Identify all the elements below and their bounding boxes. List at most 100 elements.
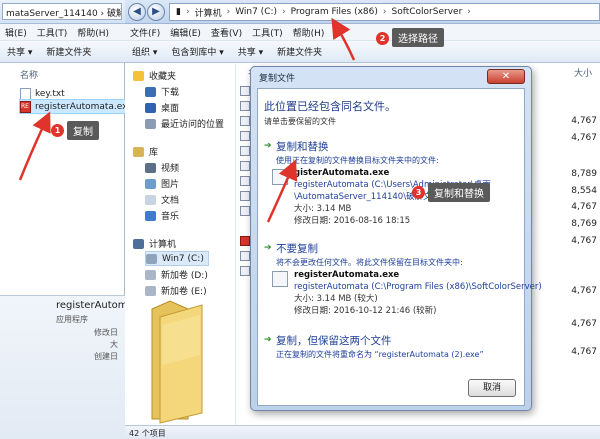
new-folder-button[interactable]: 新建文件夹 [270, 45, 329, 58]
file-icon[interactable] [240, 206, 250, 216]
file-icon[interactable] [240, 131, 250, 141]
share-button[interactable]: 共享 ▾ [231, 45, 270, 58]
nav-item-drive-d[interactable]: 新加卷 (D:) [145, 267, 208, 282]
file-icon[interactable] [240, 266, 250, 276]
back-menu-tools[interactable]: 工具(T) [32, 26, 73, 39]
back-new-folder-button[interactable]: 新建文件夹 [39, 45, 98, 58]
file-row-register-automata[interactable]: registerAutomata.exe [19, 99, 134, 114]
picture-icon [145, 178, 156, 189]
exe-icon[interactable] [240, 236, 250, 246]
dialog-heading: 此位置已经包含同名文件。 [264, 100, 396, 113]
nav-label: 收藏夹 [149, 72, 177, 82]
file-icon[interactable] [240, 251, 250, 261]
file-icon[interactable] [240, 101, 250, 111]
back-column-name[interactable]: 名称 [14, 66, 44, 81]
nav-item-downloads[interactable]: 下载 [145, 84, 179, 99]
nav-label: 视频 [161, 164, 180, 174]
dialog-body: 此位置已经包含同名文件。 请单击要保留的文件 ➔ 复制和替换 使用正在复制的文件… [257, 88, 542, 406]
organize-button[interactable]: 组织 ▾ [125, 45, 164, 58]
breadcrumb-computer[interactable]: 计算机 [193, 6, 224, 19]
file-icon[interactable] [240, 191, 250, 201]
nav-item-documents[interactable]: 文档 [145, 192, 179, 207]
breadcrumb-drive[interactable]: Win7 (C:) [233, 7, 279, 17]
forward-nav-button[interactable]: ▶ [147, 3, 165, 21]
destination-file-size: 大小: 3.14 MB (较大) [294, 294, 378, 304]
menu-tools[interactable]: 工具(T) [247, 26, 288, 39]
dialog-title: 复制文件 [259, 74, 296, 84]
option-keep-both[interactable]: ➔ 复制，但保留这两个文件 正在复制的文件将重命名为 “registerAuto… [264, 333, 520, 363]
nav-item-desktop[interactable]: 桌面 [145, 100, 179, 115]
recent-places-icon [145, 118, 156, 129]
details-label-modified: 修改日 [94, 328, 118, 337]
nav-favorites[interactable]: 收藏夹 [133, 68, 176, 83]
details-label-size: 大 [110, 340, 118, 349]
back-nav-button[interactable]: ◀ [128, 3, 146, 21]
details-file-type: 应用程序 [56, 315, 88, 324]
menu-edit[interactable]: 编辑(E) [165, 26, 206, 39]
include-in-library-button[interactable]: 包含到库中 ▾ [164, 45, 230, 58]
nav-computer[interactable]: 计算机 [133, 236, 176, 251]
file-icon[interactable] [240, 146, 250, 156]
nav-item-drive-c[interactable]: Win7 (C:) [145, 251, 209, 266]
menu-view[interactable]: 查看(V) [206, 26, 247, 39]
back-menu-bar: 辑(E) 工具(T) 帮助(H) [0, 24, 125, 41]
source-file-size: 大小: 3.14 MB [294, 204, 352, 214]
file-icon[interactable] [240, 116, 250, 126]
nav-label: 最近访问的位置 [161, 120, 225, 130]
file-size: 4,767 [571, 133, 597, 143]
back-share-button[interactable]: 共享 ▾ [0, 45, 39, 58]
step-2-badge: 2 [376, 32, 389, 45]
nav-label: 库 [149, 148, 159, 158]
video-icon [145, 162, 156, 173]
breadcrumb-softcolorserver[interactable]: SoftColorServer [390, 7, 465, 17]
nav-libraries[interactable]: 库 [133, 144, 158, 159]
file-size: 4,767 [571, 202, 597, 212]
destination-file-name: registerAutomata.exe [294, 270, 400, 280]
address-bar[interactable]: ▮ › 计算机 › Win7 (C:) › Program Files (x86… [169, 3, 600, 21]
option-description: 正在复制的文件将重命名为 “registerAutomata (2).exe” [276, 350, 484, 359]
green-arrow-icon: ➔ [264, 141, 272, 151]
file-size: 8,554 [571, 186, 597, 196]
nav-item-videos[interactable]: 视频 [145, 160, 179, 175]
close-button[interactable]: ✕ [487, 69, 525, 84]
file-size: 8,789 [571, 169, 597, 179]
nav-item-pictures[interactable]: 图片 [145, 176, 179, 191]
document-icon [145, 194, 156, 205]
menu-help[interactable]: 帮助(H) [288, 26, 330, 39]
dialog-subheading: 请单击要保留的文件 [264, 117, 336, 126]
back-address-field[interactable]: mataServer_114140 › 破解文 [2, 3, 122, 20]
step-2-callout: 选择路径 [392, 28, 444, 47]
front-command-bar: 组织 ▾ 包含到库中 ▾ 共享 ▾ 新建文件夹 [125, 41, 600, 63]
library-icon [133, 146, 144, 157]
nav-label: Win7 (C:) [162, 253, 204, 264]
breadcrumb-program-files[interactable]: Program Files (x86) [289, 7, 380, 17]
nav-label: 音乐 [161, 212, 180, 222]
file-thumbnail-icon [272, 169, 288, 185]
destination-file-path: registerAutomata (C:\Program Files (x86)… [294, 282, 542, 292]
file-icon[interactable] [240, 176, 250, 186]
nav-item-recent[interactable]: 最近访问的位置 [145, 116, 224, 131]
nav-label: 桌面 [161, 104, 180, 114]
destination-file-info: registerAutomata.exe registerAutomata (C… [294, 269, 542, 317]
back-menu-help[interactable]: 帮助(H) [72, 26, 114, 39]
back-menu-edit[interactable]: 辑(E) [0, 26, 32, 39]
menu-file[interactable]: 文件(F) [125, 26, 165, 39]
file-size: 4,767 [571, 319, 597, 329]
file-size: 8,769 [571, 219, 597, 229]
drive-icon [146, 253, 157, 264]
file-icon[interactable] [240, 161, 250, 171]
option-description: 将不会更改任何文件。将此文件保留在目标文件夹中: [276, 258, 463, 267]
cancel-button[interactable]: 取消 [468, 379, 516, 397]
green-arrow-icon: ➔ [264, 335, 272, 345]
folder-icon: ▮ [176, 7, 181, 17]
folder-icon [151, 300, 203, 424]
nav-item-music[interactable]: 音乐 [145, 208, 179, 223]
option-title: 复制和替换 [276, 141, 329, 153]
nav-label: 新加卷 (D:) [161, 271, 208, 281]
source-file-date: 修改日期: 2016-08-16 18:15 [294, 216, 411, 226]
file-size: 4,767 [571, 286, 597, 296]
file-icon[interactable] [240, 86, 250, 96]
file-size: 4,767 [571, 236, 597, 246]
file-thumbnail-icon [272, 271, 288, 287]
back-command-bar: 共享 ▾ 新建文件夹 [0, 41, 125, 63]
